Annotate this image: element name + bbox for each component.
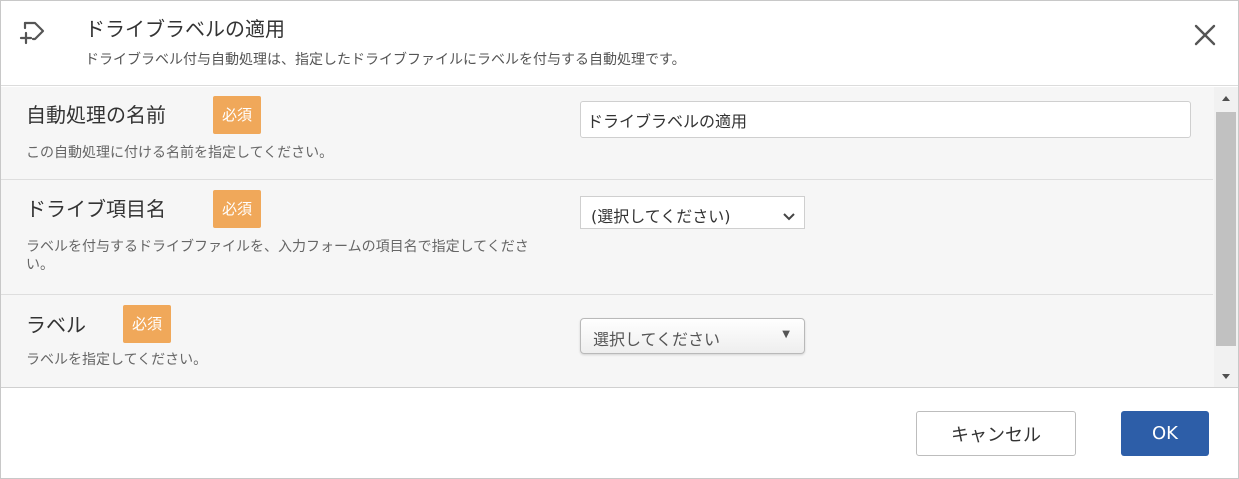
select-value: (選択してください) [591, 207, 731, 226]
form-row-label: ラベル 必須 ラベルを指定してください。 選択してください ▼ [1, 295, 1213, 387]
chevron-down-icon [782, 207, 796, 221]
field-description: ラベルを指定してください。 [26, 352, 208, 368]
ok-button[interactable]: OK [1121, 411, 1209, 456]
dialog-title: ドライブラベルの適用 [85, 17, 285, 41]
select-value: 選択してください [593, 330, 721, 349]
label-select[interactable]: 選択してください ▼ [580, 318, 805, 354]
required-badge: 必須 [213, 190, 262, 228]
dialog-body: 自動処理の名前 必須 この自動処理に付ける名前を指定してください。 ドライブ項目… [1, 87, 1238, 388]
cancel-button[interactable]: キャンセル [916, 411, 1076, 456]
required-badge: 必須 [123, 305, 172, 343]
field-label: ドライブ項目名 [26, 197, 166, 221]
field-description: ラベルを付与するドライブファイルを、入力フォームの項目名で指定してください。 [26, 239, 529, 273]
field-label: 自動処理の名前 [26, 103, 166, 127]
scroll-down-arrow-icon[interactable] [1214, 366, 1238, 387]
dialog-header: ドライブラベルの適用 ドライブラベル付与自動処理は、指定したドライブファイルにラ… [1, 1, 1238, 86]
caret-down-icon: ▼ [782, 329, 790, 340]
field-description: この自動処理に付ける名前を指定してください。 [26, 145, 334, 161]
drive-field-select[interactable]: (選択してください) [580, 196, 805, 229]
process-name-input[interactable] [580, 101, 1191, 138]
form-row-name: 自動処理の名前 必須 この自動処理に付ける名前を指定してください。 [1, 87, 1213, 180]
form-row-drive-field: ドライブ項目名 必須 ラベルを付与するドライブファイルを、入力フォームの項目名で… [1, 180, 1213, 295]
vertical-scrollbar[interactable] [1214, 87, 1238, 387]
dialog-footer: キャンセル OK [1, 389, 1238, 478]
close-icon[interactable] [1191, 21, 1219, 49]
add-step-icon [19, 19, 49, 47]
scroll-up-arrow-icon[interactable] [1214, 87, 1238, 109]
field-label: ラベル [26, 313, 86, 337]
required-badge: 必須 [213, 96, 262, 134]
scrollbar-thumb[interactable] [1216, 112, 1236, 346]
apply-drive-label-dialog: ドライブラベルの適用 ドライブラベル付与自動処理は、指定したドライブファイルにラ… [0, 0, 1239, 479]
dialog-description: ドライブラベル付与自動処理は、指定したドライブファイルにラベルを付与する自動処理… [85, 52, 686, 68]
